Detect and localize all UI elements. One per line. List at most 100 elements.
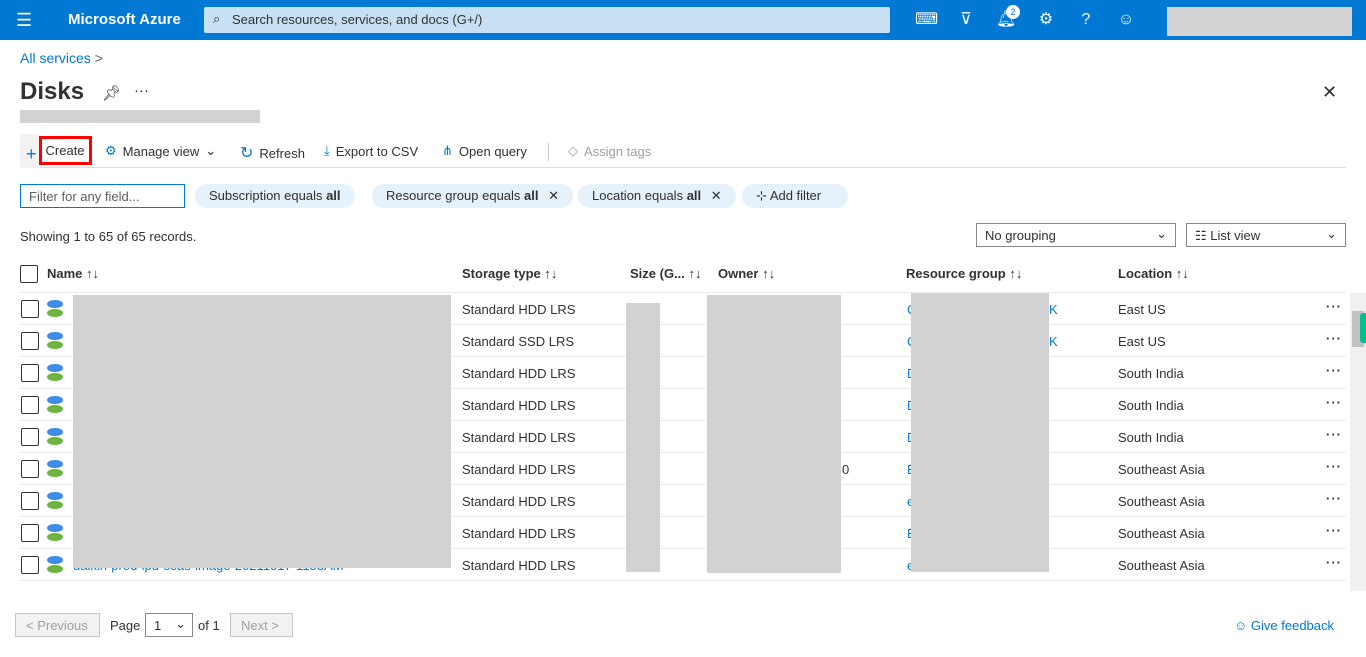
filter-pill-subscription[interactable]: Subscription equals all [195,184,355,208]
query-icon: ⋔ [442,143,453,158]
header-label: Size (G... [630,266,685,281]
row-checkbox[interactable] [21,332,39,350]
row-more-button[interactable]: ··· [1326,299,1342,314]
sort-icon: ↑↓ [762,266,776,281]
column-header-location[interactable]: Location ↑↓ [1118,266,1189,281]
assign-tags-label: Assign tags [584,143,652,159]
row-checkbox[interactable] [21,524,39,542]
add-filter-button[interactable]: ⊹ Add filter [742,184,848,208]
search-input[interactable]: ⌕ Search resources, services, and docs (G… [204,7,890,33]
feedback-icon[interactable]: ☺ [1115,9,1137,31]
row-checkbox[interactable] [21,428,39,446]
row-more-button[interactable]: ··· [1326,459,1342,474]
storage-type: Standard HDD LRS [462,526,576,541]
row-more-button[interactable]: ··· [1326,491,1342,506]
open-query-button[interactable]: ⋔ Open query [442,143,527,159]
row-more-button[interactable]: ··· [1326,395,1342,410]
row-more-button[interactable]: ··· [1326,363,1342,378]
account-redacted[interactable] [1167,7,1352,36]
location: Southeast Asia [1118,526,1205,541]
disk-icon [47,396,63,414]
select-all-checkbox[interactable] [20,265,38,283]
give-feedback-link[interactable]: ☺ Give feedback [1234,618,1334,633]
close-icon[interactable]: ✕ [711,188,722,203]
row-checkbox[interactable] [21,300,39,318]
row-checkbox[interactable] [21,396,39,414]
column-header-size[interactable]: Size (G... ↑↓ [630,266,702,281]
brand[interactable]: Microsoft Azure [68,11,181,28]
gear-icon[interactable]: ⚙ [1035,9,1057,31]
refresh-button[interactable]: ↻ Refresh [240,143,305,163]
next-button[interactable]: Next > [230,613,293,637]
row-checkbox[interactable] [21,460,39,478]
gear-icon: ⚙ [105,143,117,158]
filter-pill-location[interactable]: Location equals all ✕ [578,184,736,208]
resource-group-link-end[interactable]: K [1049,302,1058,317]
export-label: Export to CSV [335,143,419,159]
row-more-button[interactable]: ··· [1326,427,1342,442]
close-icon[interactable]: ✕ [548,188,559,203]
record-count: Showing 1 to 65 of 65 records. [20,229,197,244]
storage-type: Standard HDD LRS [462,462,576,477]
location: South India [1118,398,1184,413]
chevron-down-icon: ⌄ [175,616,186,631]
disk-icon [47,332,63,350]
storage-type: Standard HDD LRS [462,398,576,413]
help-icon[interactable]: ? [1075,9,1097,31]
subtitle-redacted [20,110,260,123]
close-button[interactable]: ✕ [1322,82,1337,103]
row-more-button[interactable]: ··· [1326,523,1342,538]
row-checkbox[interactable] [21,556,39,574]
previous-button[interactable]: < Previous [15,613,100,637]
owner-redacted [707,295,841,573]
column-header-owner[interactable]: Owner ↑↓ [718,266,775,281]
disk-icon [47,524,63,542]
cloud-shell-icon[interactable]: ⌨ [915,9,938,31]
tag-icon: ◇ [568,143,578,158]
header-label: Storage type [462,266,541,281]
grouping-dropdown[interactable]: No grouping ⌄ [976,223,1176,247]
plus-icon: + [26,143,37,164]
view-dropdown[interactable]: ☷ List view ⌄ [1186,223,1346,247]
breadcrumb-all-services[interactable]: All services [20,50,91,66]
row-more-button[interactable]: ··· [1326,555,1342,570]
breadcrumb-separator: > [94,50,103,66]
refresh-icon: ↻ [240,145,254,162]
page-select[interactable]: 1 ⌄ [145,613,193,637]
download-icon: ⤓ [324,143,330,158]
refresh-label: Refresh [259,145,305,161]
create-button[interactable]: + Create [26,136,92,165]
resource-group-redacted [911,293,1049,572]
list-clip [0,590,1366,604]
chevron-down-icon: ⌄ [205,143,217,158]
storage-type: Standard HDD LRS [462,302,576,317]
storage-type: Standard HDD LRS [462,366,576,381]
owner-fragment: 0 [842,462,850,477]
resource-group-link-end[interactable]: K [1049,334,1058,349]
assign-tags-button[interactable]: ◇ Assign tags [568,143,651,159]
add-filter-label: Add filter [769,188,822,203]
row-checkbox[interactable] [21,364,39,382]
filter-pill-resource-group[interactable]: Resource group equals all ✕ [372,184,574,208]
column-header-storage-type[interactable]: Storage type ↑↓ [462,266,557,281]
export-csv-button[interactable]: ⤓ Export to CSV [324,143,418,159]
row-checkbox[interactable] [21,492,39,510]
row-more-button[interactable]: ··· [1326,331,1342,346]
hamburger-menu-icon[interactable]: ☰ [16,10,32,31]
column-header-name[interactable]: Name ↑↓ [47,266,99,281]
column-header-resource-group[interactable]: Resource group ↑↓ [906,266,1022,281]
disk-icon [47,460,63,478]
breadcrumb[interactable]: All services > [20,50,103,66]
filter-input[interactable]: Filter for any field... [20,184,185,208]
pin-icon[interactable]: 📌︎ [102,84,121,102]
sort-icon: ↑↓ [1009,266,1023,281]
manage-view-button[interactable]: ⚙ Manage view ⌄ [105,143,216,159]
pill-value: all [686,188,702,203]
add-filter-icon: ⊹ [756,188,767,203]
pill-label: Location equals [592,188,687,203]
more-options-button[interactable]: ··· [134,82,149,99]
location: East US [1118,334,1166,349]
side-tab[interactable] [1360,313,1366,343]
directory-filter-icon[interactable]: ⊽ [955,9,977,31]
search-icon: ⌕ [213,11,221,26]
